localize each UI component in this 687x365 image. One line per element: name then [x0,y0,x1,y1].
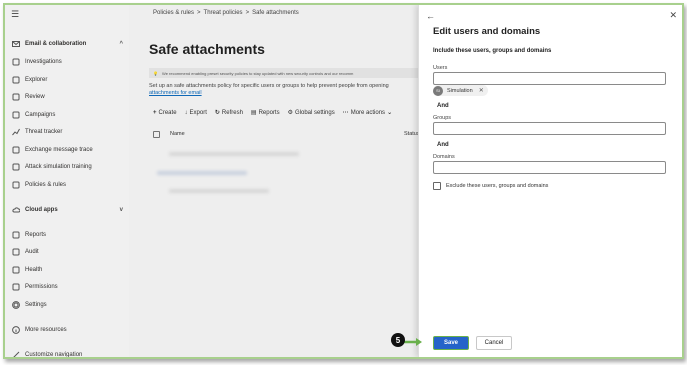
nav-item-audit[interactable]: Audit [5,245,129,259]
app-window: ☰ Email & collaboration ^ Investigations Ex… [3,3,684,359]
nav-item-label: Exchange message trace [25,147,93,153]
nav-item-more-resources[interactable]: More resources [5,323,129,337]
simulation-icon [11,163,20,172]
nav-item-cloud-apps[interactable]: Cloud apps v [5,203,129,217]
chevron-up-icon[interactable]: ^ [119,41,123,47]
and-label: And [437,103,449,109]
user-chip-label: Simulation [447,87,473,94]
close-icon[interactable]: ✕ [669,10,677,21]
nav-item-label: Policies & rules [25,182,67,188]
nav-item-attack-simulation-training[interactable]: Attack simulation training [5,160,129,174]
exclude-checkbox[interactable] [433,182,441,190]
nav-item-settings[interactable]: Settings [5,298,129,312]
policies-icon [11,181,20,190]
chevron-down-icon[interactable]: v [120,207,123,213]
domains-input[interactable] [433,161,666,174]
nav-item-email-collaboration[interactable]: Email & collaboration ^ [5,37,129,51]
panel-title: Edit users and domains [433,26,541,37]
nav-item-explorer[interactable]: Explorer [5,73,129,87]
hamburger-menu-icon[interactable]: ☰ [11,9,19,20]
nav-item-label: Permissions [25,284,58,290]
nav-item-campaigns[interactable]: Campaigns [5,108,129,122]
nav-item-label: Email & collaboration [25,41,87,47]
nav-item-reports[interactable]: Reports [5,228,129,242]
nav-item-label: Attack simulation training [25,164,92,170]
nav-item-label: Cloud apps [25,207,58,213]
edit-users-panel: ← ✕ Edit users and domains Include these… [418,5,682,357]
investigation-icon [11,58,20,67]
reports-icon [11,231,20,240]
left-nav: ☰ Email & collaboration ^ Investigations Ex… [5,5,129,357]
and-label: And [437,142,449,148]
info-icon [11,326,20,335]
groups-label: Groups [433,115,452,121]
groups-input[interactable] [433,122,666,135]
nav-item-label: Threat tracker [25,129,63,135]
exclude-label: Exclude these users, groups and domains [446,183,549,189]
nav-item-customize-navigation[interactable]: Customize navigation [5,348,129,358]
nav-item-label: Health [25,267,43,273]
nav-item-investigations[interactable]: Investigations [5,55,129,69]
nav-item-label: Explorer [25,77,48,83]
nav-item-label: Audit [25,249,39,255]
panel-subtitle: Include these users, groups and domains [433,48,552,54]
nav-item-exchange-message-trace[interactable]: Exchange message trace [5,143,129,157]
domains-label: Domains [433,154,455,160]
permissions-icon [11,283,20,292]
nav-item-review[interactable]: Review [5,90,129,104]
callout-arrow-icon [403,338,422,346]
nav-item-label: More resources [25,327,67,333]
mail-icon [11,40,20,49]
avatar: SI [433,85,443,96]
nav-item-label: Settings [25,302,47,308]
remove-chip-icon[interactable]: ✕ [479,87,484,94]
chart-icon [11,128,20,137]
nav-item-health[interactable]: Health [5,263,129,277]
users-input[interactable] [433,72,666,85]
nav-item-label: Investigations [25,59,62,65]
nav-item-threat-tracker[interactable]: Threat tracker [5,125,129,139]
nav-item-label: Reports [25,232,47,238]
nav-item-permissions[interactable]: Permissions [5,280,129,294]
nav-item-label: Campaigns [25,112,56,118]
audit-icon [11,248,20,257]
cloud-icon [11,206,20,215]
exclude-option[interactable]: Exclude these users, groups and domains [433,182,548,190]
nav-item-label: Review [25,94,45,100]
exchange-icon [11,146,20,155]
step-badge: 5 [391,333,405,347]
users-label: Users [433,65,448,71]
nav-item-policies-rules[interactable]: Policies & rules [5,178,129,192]
cancel-button[interactable]: Cancel [476,336,512,350]
campaign-icon [11,111,20,120]
review-icon [11,93,20,102]
nav-item-label: Customize navigation [25,352,83,358]
explorer-icon [11,76,20,85]
settings-icon [11,301,20,310]
save-button[interactable]: Save [433,336,469,350]
health-icon [11,266,20,275]
pencil-icon [11,351,20,357]
back-arrow-icon[interactable]: ← [426,11,435,21]
user-chip: SI Simulation ✕ [433,85,488,96]
